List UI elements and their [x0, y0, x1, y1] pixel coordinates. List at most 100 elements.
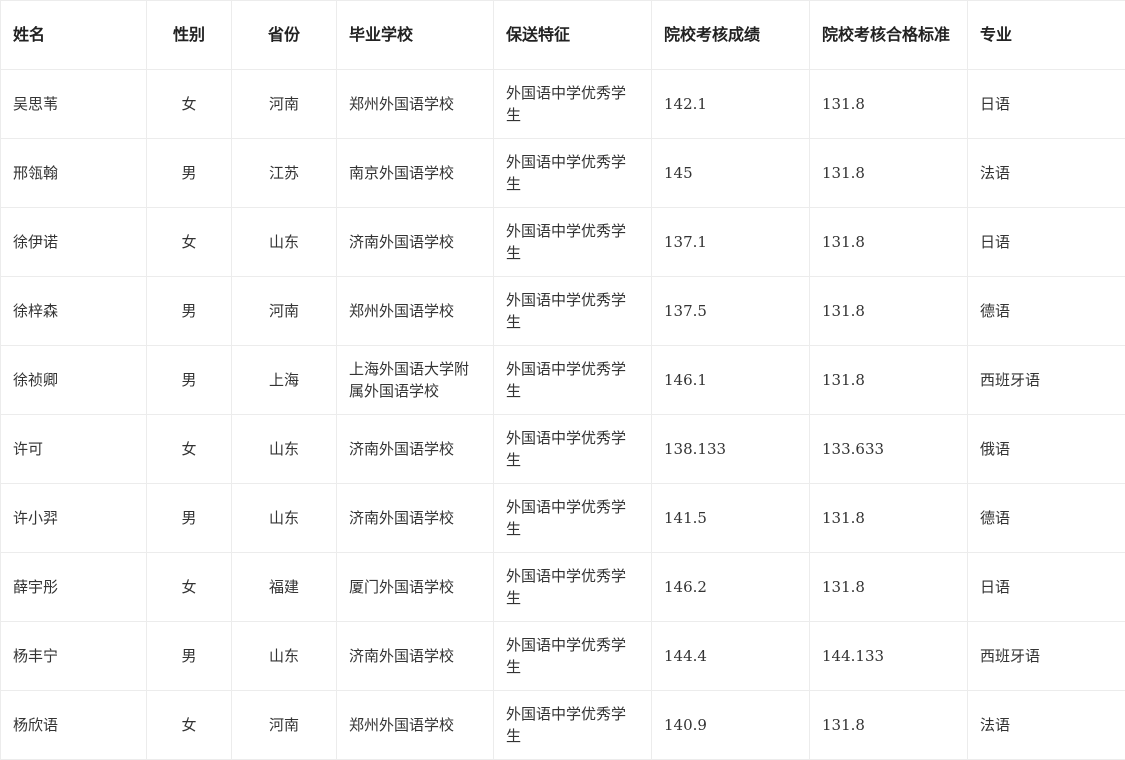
table-row: 徐祯卿 男 上海 上海外国语大学附属外国语学校 外国语中学优秀学生 146.1 … [0, 345, 1125, 415]
cell-gender: 女 [146, 207, 232, 277]
cell-feature: 外国语中学优秀学生 [493, 276, 652, 346]
cell-standard: 131.8 [809, 483, 968, 553]
cell-province: 福建 [231, 552, 337, 622]
cell-name: 徐伊诺 [0, 207, 147, 277]
cell-province: 河南 [231, 690, 337, 760]
cell-name: 杨欣语 [0, 690, 147, 760]
cell-school: 郑州外国语学校 [336, 276, 494, 346]
admission-table: 姓名 性别 省份 毕业学校 保送特征 院校考核成绩 院校考核合格标准 专业 吴思… [0, 0, 1125, 760]
cell-standard: 131.8 [809, 69, 968, 139]
cell-gender: 男 [146, 276, 232, 346]
cell-standard: 133.633 [809, 414, 968, 484]
table-row: 许可 女 山东 济南外国语学校 外国语中学优秀学生 138.133 133.63… [0, 414, 1125, 484]
cell-school: 厦门外国语学校 [336, 552, 494, 622]
cell-gender: 女 [146, 552, 232, 622]
cell-province: 山东 [231, 207, 337, 277]
cell-score: 146.1 [651, 345, 810, 415]
cell-feature: 外国语中学优秀学生 [493, 345, 652, 415]
cell-standard: 144.133 [809, 621, 968, 691]
cell-score: 137.1 [651, 207, 810, 277]
cell-province: 山东 [231, 483, 337, 553]
cell-major: 法语 [967, 138, 1125, 208]
cell-feature: 外国语中学优秀学生 [493, 414, 652, 484]
cell-gender: 女 [146, 414, 232, 484]
cell-gender: 男 [146, 138, 232, 208]
table-row: 薛宇彤 女 福建 厦门外国语学校 外国语中学优秀学生 146.2 131.8 日… [0, 552, 1125, 622]
table-row: 吴思苇 女 河南 郑州外国语学校 外国语中学优秀学生 142.1 131.8 日… [0, 69, 1125, 139]
table-row: 徐伊诺 女 山东 济南外国语学校 外国语中学优秀学生 137.1 131.8 日… [0, 207, 1125, 277]
cell-major: 西班牙语 [967, 345, 1125, 415]
cell-name: 徐祯卿 [0, 345, 147, 415]
cell-major: 西班牙语 [967, 621, 1125, 691]
table-row: 邢瓴翰 男 江苏 南京外国语学校 外国语中学优秀学生 145 131.8 法语 [0, 138, 1125, 208]
cell-name: 吴思苇 [0, 69, 147, 139]
cell-standard: 131.8 [809, 552, 968, 622]
cell-school: 郑州外国语学校 [336, 69, 494, 139]
table-row: 许小羿 男 山东 济南外国语学校 外国语中学优秀学生 141.5 131.8 德… [0, 483, 1125, 553]
header-score: 院校考核成绩 [651, 0, 810, 70]
cell-name: 薛宇彤 [0, 552, 147, 622]
header-feature: 保送特征 [493, 0, 652, 70]
cell-province: 河南 [231, 69, 337, 139]
header-name: 姓名 [0, 0, 147, 70]
cell-score: 146.2 [651, 552, 810, 622]
cell-score: 138.133 [651, 414, 810, 484]
table-row: 徐梓森 男 河南 郑州外国语学校 外国语中学优秀学生 137.5 131.8 德… [0, 276, 1125, 346]
cell-score: 141.5 [651, 483, 810, 553]
table-row: 杨丰宁 男 山东 济南外国语学校 外国语中学优秀学生 144.4 144.133… [0, 621, 1125, 691]
cell-score: 137.5 [651, 276, 810, 346]
header-school: 毕业学校 [336, 0, 494, 70]
cell-standard: 131.8 [809, 207, 968, 277]
header-gender: 性别 [146, 0, 232, 70]
cell-gender: 男 [146, 483, 232, 553]
cell-school: 济南外国语学校 [336, 414, 494, 484]
cell-standard: 131.8 [809, 138, 968, 208]
cell-feature: 外国语中学优秀学生 [493, 690, 652, 760]
cell-province: 河南 [231, 276, 337, 346]
cell-feature: 外国语中学优秀学生 [493, 138, 652, 208]
cell-gender: 男 [146, 345, 232, 415]
cell-name: 许可 [0, 414, 147, 484]
cell-name: 邢瓴翰 [0, 138, 147, 208]
cell-province: 山东 [231, 621, 337, 691]
cell-feature: 外国语中学优秀学生 [493, 552, 652, 622]
header-standard: 院校考核合格标准 [809, 0, 968, 70]
cell-major: 日语 [967, 69, 1125, 139]
table-header-row: 姓名 性别 省份 毕业学校 保送特征 院校考核成绩 院校考核合格标准 专业 [0, 0, 1125, 70]
cell-score: 142.1 [651, 69, 810, 139]
cell-feature: 外国语中学优秀学生 [493, 69, 652, 139]
cell-name: 杨丰宁 [0, 621, 147, 691]
header-province: 省份 [231, 0, 337, 70]
cell-province: 山东 [231, 414, 337, 484]
cell-major: 法语 [967, 690, 1125, 760]
cell-school: 济南外国语学校 [336, 621, 494, 691]
cell-province: 上海 [231, 345, 337, 415]
cell-major: 日语 [967, 552, 1125, 622]
cell-gender: 女 [146, 690, 232, 760]
cell-major: 俄语 [967, 414, 1125, 484]
cell-feature: 外国语中学优秀学生 [493, 483, 652, 553]
cell-standard: 131.8 [809, 690, 968, 760]
table-row: 杨欣语 女 河南 郑州外国语学校 外国语中学优秀学生 140.9 131.8 法… [0, 690, 1125, 760]
cell-score: 145 [651, 138, 810, 208]
cell-feature: 外国语中学优秀学生 [493, 621, 652, 691]
cell-major: 德语 [967, 483, 1125, 553]
cell-gender: 男 [146, 621, 232, 691]
cell-school: 郑州外国语学校 [336, 690, 494, 760]
cell-school: 济南外国语学校 [336, 207, 494, 277]
cell-gender: 女 [146, 69, 232, 139]
cell-school: 济南外国语学校 [336, 483, 494, 553]
cell-standard: 131.8 [809, 345, 968, 415]
cell-name: 徐梓森 [0, 276, 147, 346]
cell-score: 144.4 [651, 621, 810, 691]
cell-score: 140.9 [651, 690, 810, 760]
cell-school: 上海外国语大学附属外国语学校 [336, 345, 494, 415]
cell-feature: 外国语中学优秀学生 [493, 207, 652, 277]
cell-major: 德语 [967, 276, 1125, 346]
cell-standard: 131.8 [809, 276, 968, 346]
cell-school: 南京外国语学校 [336, 138, 494, 208]
header-major: 专业 [967, 0, 1125, 70]
cell-name: 许小羿 [0, 483, 147, 553]
cell-province: 江苏 [231, 138, 337, 208]
cell-major: 日语 [967, 207, 1125, 277]
